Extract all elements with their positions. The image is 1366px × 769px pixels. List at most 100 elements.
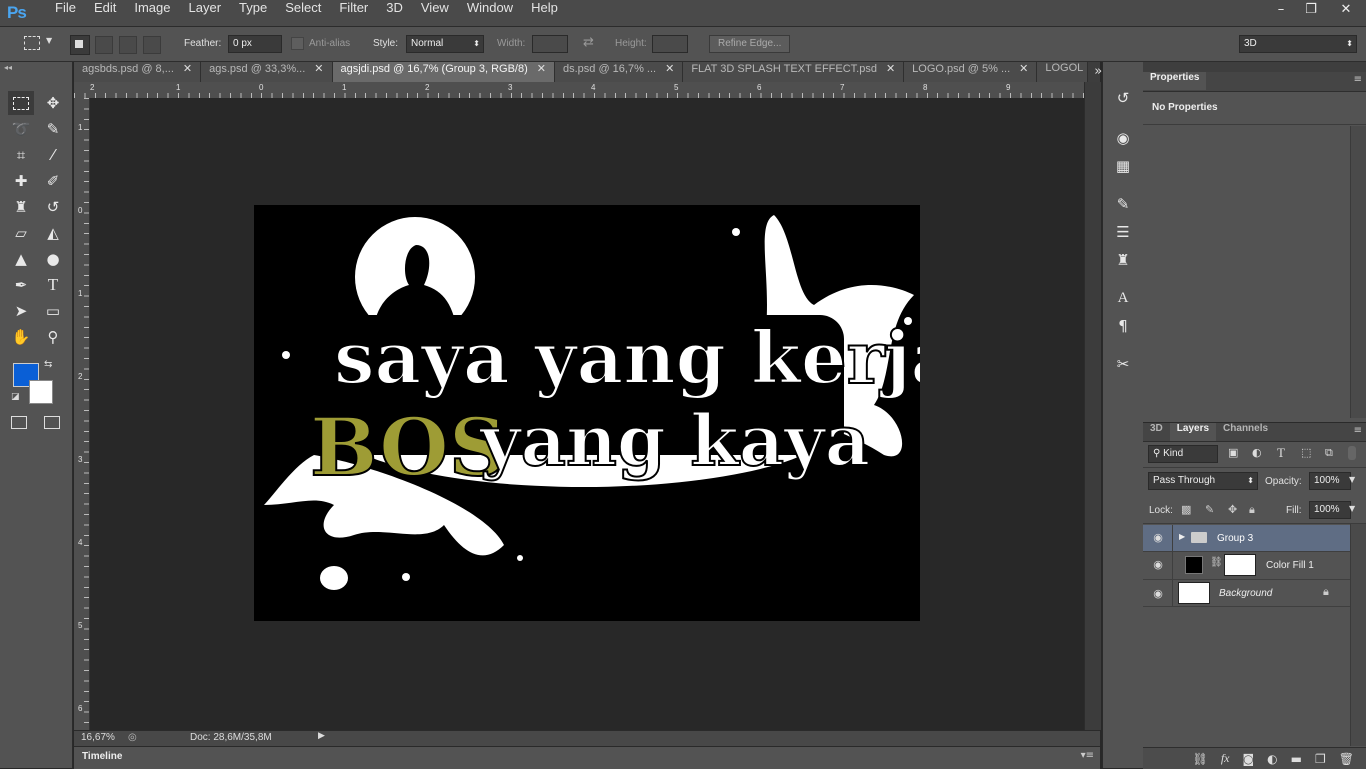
visibility-eye-icon[interactable]: ◉	[1151, 558, 1165, 572]
visibility-eye-icon[interactable]: ◉	[1151, 531, 1165, 545]
rectangle-tool-icon[interactable]: ▭	[40, 299, 66, 323]
history-icon[interactable]: ↺	[1103, 84, 1143, 112]
folder-icon[interactable]: ▬	[1291, 752, 1302, 766]
fill-input[interactable]: 100%	[1309, 501, 1351, 519]
tab-close-icon[interactable]: ✕	[314, 63, 323, 75]
tab-close-icon[interactable]: ✕	[665, 63, 674, 75]
filter-adjustment-icon[interactable]: ◐	[1252, 446, 1262, 459]
menu-window[interactable]: Window	[458, 0, 522, 26]
layer-name[interactable]: Background	[1219, 588, 1272, 599]
status-menu-icon[interactable]: ▶	[318, 731, 325, 741]
refine-edge-button[interactable]: Refine Edge...	[709, 35, 791, 53]
eyedropper-tool-icon[interactable]: ⁄	[40, 143, 66, 167]
workspace-select[interactable]: 3D ⬍	[1239, 35, 1357, 53]
visibility-eye-icon[interactable]: ◉	[1151, 587, 1165, 601]
layer-name[interactable]: Color Fill 1	[1266, 560, 1314, 571]
pen-tool-icon[interactable]: ✒	[8, 273, 34, 297]
panel-menu-icon[interactable]: ≡	[1354, 74, 1362, 85]
height-input[interactable]	[652, 35, 688, 53]
blend-mode-select[interactable]: Pass Through ⬍	[1148, 472, 1258, 490]
fx-icon[interactable]: fx	[1221, 751, 1230, 766]
menu-layer[interactable]: Layer	[180, 0, 231, 26]
antialias-checkbox[interactable]	[291, 37, 304, 50]
menu-image[interactable]: Image	[125, 0, 179, 26]
new-selection-mode-button[interactable]	[70, 35, 90, 55]
chevron-down-icon[interactable]: ▼	[46, 36, 52, 45]
panel-menu-icon[interactable]: ▾≡	[1081, 750, 1094, 761]
tab-3d[interactable]: 3D	[1143, 423, 1170, 441]
filter-toggle[interactable]	[1348, 446, 1356, 460]
chevron-down-icon[interactable]: ▼	[1349, 504, 1355, 513]
lock-all-icon[interactable]: 🔒︎	[1249, 503, 1255, 517]
screen-mode-icon[interactable]	[44, 416, 60, 429]
tab-close-icon[interactable]: ✕	[1019, 63, 1028, 75]
width-input[interactable]	[532, 35, 568, 53]
history-brush-tool-icon[interactable]: ↺	[40, 195, 66, 219]
lasso-tool-icon[interactable]: ➰	[8, 117, 34, 141]
lock-pixels-icon[interactable]: ✎	[1205, 503, 1214, 516]
layer-name[interactable]: Group 3	[1217, 533, 1253, 544]
rectangular-marquee-tool-icon[interactable]	[8, 91, 34, 115]
tab-agsbds[interactable]: agsbds.psd @ 8,... ✕	[74, 62, 202, 82]
close-button[interactable]: ✕	[1326, 0, 1366, 20]
filter-shape-icon[interactable]: ⬚	[1301, 446, 1311, 459]
add-selection-mode-button[interactable]	[95, 36, 113, 54]
layer-row[interactable]: ◉ Background 🔒︎	[1143, 580, 1350, 607]
tab-properties[interactable]: Properties	[1143, 72, 1207, 90]
quick-mask-icon[interactable]	[11, 416, 27, 429]
menu-type[interactable]: Type	[230, 0, 276, 26]
adjustments-icon[interactable]: ☰	[1103, 218, 1143, 246]
layer-filter-select[interactable]: ⚲ Kind	[1148, 445, 1218, 463]
menu-select[interactable]: Select	[276, 0, 330, 26]
mask-icon[interactable]: ◙	[1243, 752, 1255, 766]
tab-channels[interactable]: Channels	[1216, 423, 1275, 441]
hand-tool-icon[interactable]: ✋	[8, 325, 34, 349]
tab-flat-3d-splash[interactable]: FLAT 3D SPLASH TEXT EFFECT.psd ✕	[683, 62, 905, 82]
zoom-level[interactable]: 16,67%	[81, 732, 115, 743]
collapse-toolbar-icon[interactable]: ◂◂	[4, 63, 12, 72]
layer-row[interactable]: ◉ ⛓ Color Fill 1	[1143, 551, 1350, 580]
spot-healing-tool-icon[interactable]: ✚	[8, 169, 34, 193]
trash-icon[interactable]: 🗑︎	[1339, 752, 1354, 766]
feather-input[interactable]: 0 px	[228, 35, 282, 53]
menu-filter[interactable]: Filter	[330, 0, 377, 26]
status-info-icon[interactable]: ◎	[128, 732, 137, 743]
adjustment-icon[interactable]: ◐	[1267, 752, 1277, 766]
tab-agsjdi[interactable]: agsjdi.psd @ 16,7% (Group 3, RGB/8) ✕	[332, 62, 555, 82]
chevron-down-icon[interactable]: ▼	[1349, 475, 1355, 484]
menu-help[interactable]: Help	[522, 0, 567, 26]
paragraph-panel-icon[interactable]: ¶	[1103, 312, 1143, 340]
zoom-tool-icon[interactable]: ⚲	[40, 325, 66, 349]
clone-stamp-tool-icon[interactable]: ♜	[8, 195, 34, 219]
document-canvas[interactable]: saya yang kerja BOS yang kaya	[254, 205, 920, 621]
subtract-selection-mode-button[interactable]	[119, 36, 137, 54]
link-icon[interactable]: ⛓	[1193, 752, 1208, 766]
expand-triangle-icon[interactable]: ▶	[1179, 532, 1185, 541]
panel-menu-icon[interactable]: ≡	[1350, 423, 1366, 441]
lock-transparency-icon[interactable]: ▩	[1181, 503, 1191, 516]
filter-pixel-icon[interactable]: ▣	[1228, 446, 1238, 459]
timeline-tab[interactable]: Timeline	[82, 751, 122, 762]
menu-view[interactable]: View	[412, 0, 458, 26]
paint-bucket-tool-icon[interactable]: ◭	[40, 221, 66, 245]
restore-button[interactable]: ❐	[1296, 0, 1326, 20]
menu-file[interactable]: File	[46, 0, 85, 26]
path-selection-tool-icon[interactable]: ➤	[8, 299, 34, 323]
marquee-tool-preset-icon[interactable]	[24, 36, 40, 50]
lock-position-icon[interactable]: ✥	[1228, 503, 1237, 516]
color-palette-icon[interactable]: ◉	[1103, 124, 1143, 152]
properties-scrollbar[interactable]	[1350, 126, 1366, 418]
clone-source-icon[interactable]: ♜	[1103, 246, 1143, 274]
quick-selection-tool-icon[interactable]: ✎	[40, 117, 66, 141]
type-tool-icon[interactable]: T	[40, 273, 66, 297]
tab-ds[interactable]: ds.psd @ 16,7% ... ✕	[554, 62, 684, 82]
tool-presets-icon[interactable]: ✂	[1103, 350, 1143, 378]
minimize-button[interactable]: –	[1266, 0, 1296, 20]
filter-type-icon[interactable]: T	[1277, 445, 1285, 461]
opacity-input[interactable]: 100%	[1309, 472, 1351, 490]
vertical-scrollbar[interactable]	[1084, 82, 1101, 730]
brush-presets-icon[interactable]: ✎	[1103, 190, 1143, 218]
layer-row[interactable]: ◉ ▶ Group 3	[1143, 525, 1350, 552]
tab-layers[interactable]: Layers	[1169, 423, 1217, 441]
filter-smart-object-icon[interactable]: ⧉	[1325, 446, 1333, 460]
